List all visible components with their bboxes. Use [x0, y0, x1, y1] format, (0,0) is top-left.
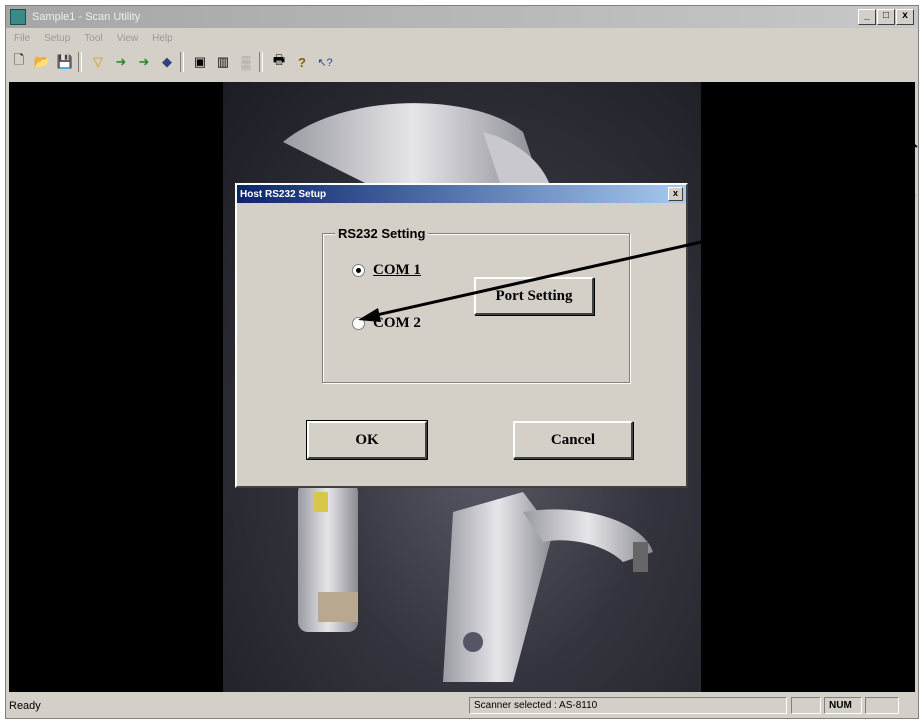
status-ready: Ready — [9, 700, 41, 712]
dialog-title-bar[interactable]: Host RS232 Setup x — [237, 185, 686, 203]
help-icon[interactable]: ? — [292, 52, 312, 72]
maximize-button[interactable]: □ — [877, 9, 895, 25]
toolbar: 🗋 📂 💾 ▽ ➜ ➜ ◆ ▣ ▥ ▒ 🖶 ? ↖? — [6, 48, 918, 76]
com1-option[interactable]: COM 1 — [352, 262, 421, 279]
menu-file[interactable]: File — [14, 33, 30, 44]
com1-radio[interactable] — [352, 264, 365, 277]
export-icon[interactable]: ➜ — [134, 52, 154, 72]
scanner-selected-panel: Scanner selected : AS-8110 — [469, 697, 787, 714]
pattern-icon[interactable]: ▒ — [236, 52, 256, 72]
dialog-close-button[interactable]: x — [668, 187, 683, 201]
print-icon[interactable]: 🖶 — [269, 52, 289, 72]
close-button[interactable]: x — [896, 9, 914, 25]
tag-icon[interactable]: ◆ — [157, 52, 177, 72]
port-setting-button[interactable]: Port Setting — [474, 277, 594, 315]
context-help-icon[interactable]: ↖? — [315, 52, 335, 72]
com2-option[interactable]: COM 2 — [352, 315, 421, 332]
toolbar-separator — [259, 52, 263, 72]
caption-buttons: _ □ x — [858, 9, 914, 25]
funnel-icon[interactable]: ▽ — [88, 52, 108, 72]
barcode-icon[interactable]: ▥ — [213, 52, 233, 72]
new-file-icon[interactable]: 🗋 — [9, 52, 29, 72]
com1-label: COM 1 — [373, 262, 421, 278]
minimize-button[interactable]: _ — [858, 9, 876, 25]
num-lock-indicator: NUM — [824, 697, 862, 714]
toolbar-separator — [78, 52, 82, 72]
picture-icon[interactable]: ▣ — [190, 52, 210, 72]
status-blank-panel — [865, 697, 899, 714]
dialog-title: Host RS232 Setup — [240, 188, 327, 200]
menu-help[interactable]: Help — [152, 33, 173, 44]
cancel-button[interactable]: Cancel — [513, 421, 633, 459]
host-rs232-setup-dialog: Host RS232 Setup x RS232 Setting COM 1 C… — [235, 183, 688, 488]
toolbar-separator — [180, 52, 184, 72]
save-icon[interactable]: 💾 — [55, 52, 75, 72]
com2-radio[interactable] — [352, 317, 365, 330]
import-icon[interactable]: ➜ — [111, 52, 131, 72]
group-label: RS232 Setting — [335, 226, 429, 241]
com2-label: COM 2 — [373, 315, 421, 331]
open-file-icon[interactable]: 📂 — [32, 52, 52, 72]
menu-setup[interactable]: Setup — [44, 33, 70, 44]
app-icon — [10, 9, 26, 25]
status-bar: Ready Scanner selected : AS-8110 NUM — [6, 694, 918, 718]
menu-view[interactable]: View — [117, 33, 139, 44]
menu-tool[interactable]: Tool — [84, 33, 102, 44]
status-blank-panel — [791, 697, 821, 714]
menu-bar: File Setup Tool View Help — [6, 29, 179, 47]
window-title: Sample1 - Scan Utility — [32, 11, 141, 23]
title-bar[interactable]: Sample1 - Scan Utility _ □ x — [6, 6, 918, 28]
ok-button[interactable]: OK — [306, 420, 428, 460]
